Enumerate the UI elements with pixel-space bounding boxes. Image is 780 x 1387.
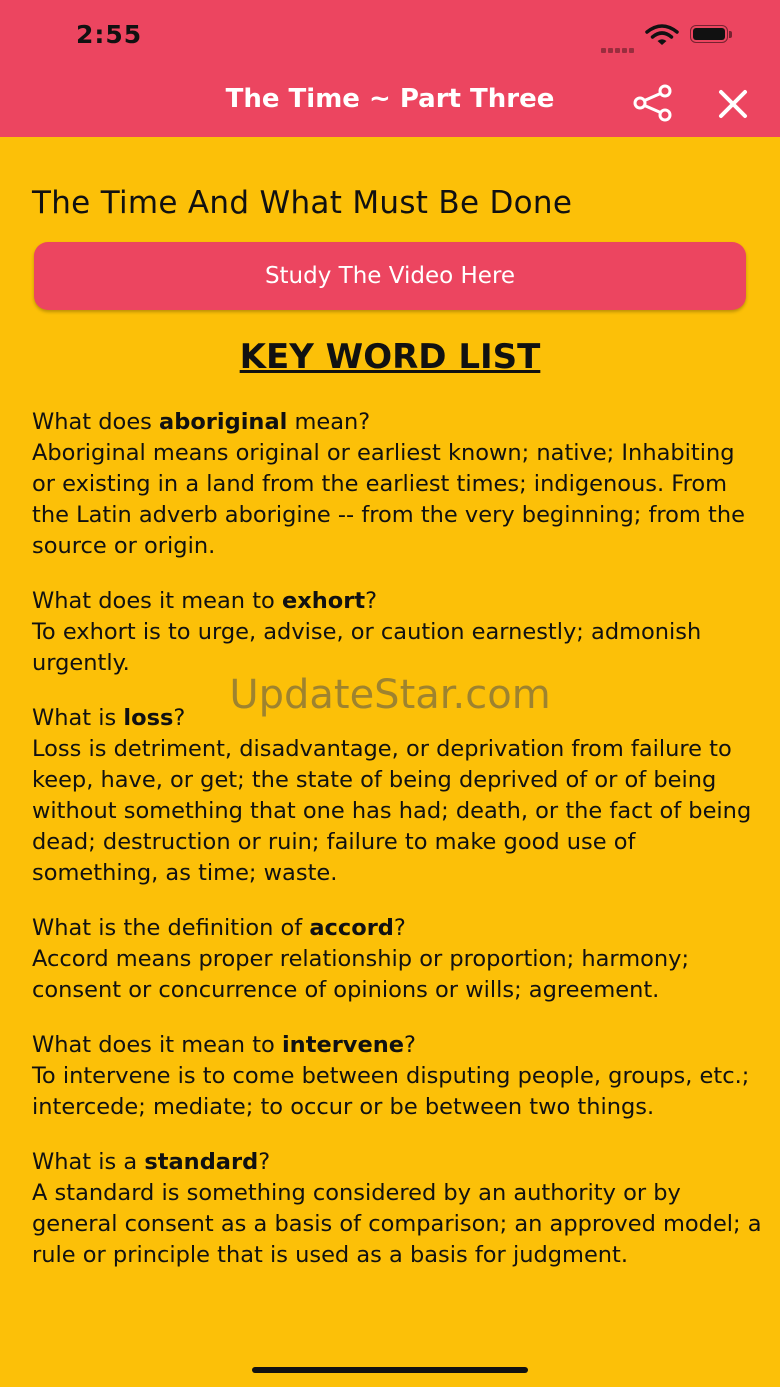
entry-question: What does aboriginal mean?	[32, 409, 371, 435]
key-word-entry: What is the definition of accord? Accord…	[32, 913, 762, 1006]
home-indicator	[252, 1367, 528, 1373]
entry-definition: To intervene is to come between disputin…	[32, 1063, 750, 1120]
entry-question: What is a standard?	[32, 1149, 271, 1175]
key-word-entry: What does aboriginal mean? Aboriginal me…	[32, 407, 762, 562]
key-word-entry: What is loss? Loss is detriment, disadva…	[32, 703, 762, 889]
key-word-entry: What is a standard? A standard is someth…	[32, 1147, 762, 1271]
top-bar: 2:55 The Time ~ Part Three	[0, 0, 780, 137]
nav-title: The Time ~ Part Three	[225, 84, 555, 114]
entry-keyword: aboriginal	[159, 409, 288, 435]
entry-question: What does it mean to exhort?	[32, 588, 378, 614]
status-time: 2:55	[76, 20, 143, 49]
page-heading: The Time And What Must Be Done	[32, 185, 573, 221]
entry-definition: Accord means proper relationship or prop…	[32, 946, 690, 1003]
entry-keyword: accord	[309, 915, 394, 941]
entry-definition: A standard is something considered by an…	[32, 1180, 762, 1268]
entry-definition: To exhort is to urge, advise, or caution…	[32, 619, 702, 676]
entry-keyword: standard	[144, 1149, 259, 1175]
key-word-entry: What does it mean to exhort? To exhort i…	[32, 586, 762, 679]
signal-icon	[601, 38, 636, 57]
key-word-list-title: KEY WORD LIST	[239, 337, 541, 377]
entry-question: What is the definition of accord?	[32, 915, 406, 941]
close-icon[interactable]	[715, 86, 751, 122]
content-area[interactable]: The Time And What Must Be Done Study The…	[0, 137, 780, 1387]
key-word-entry: What does it mean to intervene? To inter…	[32, 1030, 762, 1123]
watermark: UpdateStar.com	[229, 672, 551, 718]
entry-definition: Aboriginal means original or earliest kn…	[32, 440, 745, 559]
wifi-icon	[645, 24, 679, 45]
entry-keyword: intervene	[281, 1032, 405, 1058]
key-word-entries: What does aboriginal mean? Aboriginal me…	[32, 407, 762, 1295]
entry-definition: Loss is detriment, disadvantage, or depr…	[32, 736, 752, 886]
study-video-button[interactable]: Study The Video Here	[34, 242, 746, 310]
entry-question: What does it mean to intervene?	[32, 1032, 416, 1058]
battery-icon	[690, 25, 734, 45]
entry-keyword: exhort	[281, 588, 366, 614]
share-icon[interactable]	[631, 83, 675, 123]
